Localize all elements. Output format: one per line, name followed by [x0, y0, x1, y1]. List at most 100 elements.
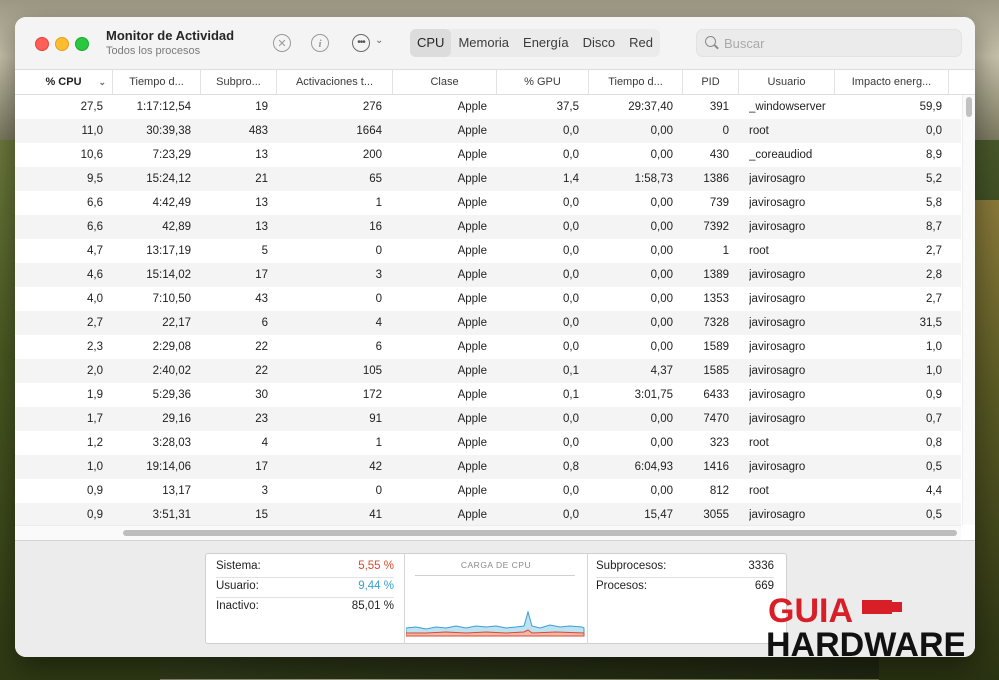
search-field[interactable]: Buscar: [696, 29, 962, 57]
table-row[interactable]: 10,6 7:23,29 13 200 Apple 0,0 0,00 430 _coreaudi…: [15, 143, 961, 167]
table-row[interactable]: 2,3 2:29,08 22 6 Apple 0,0 0,00 1589 javirosagro…: [15, 335, 961, 359]
vertical-scrollbar[interactable]: [962, 95, 975, 525]
table-row[interactable]: 2,7 22,17 6 4 Apple 0,0 0,00 7328 javirosagro 31,…: [15, 311, 961, 335]
stat-row-user: Usuario: 9,44 %: [216, 577, 394, 598]
cell-cpu: 2,7: [87, 317, 103, 329]
cell-threads: 483: [248, 125, 268, 137]
table-row[interactable]: 2,0 2:40,02 22 105 Apple 0,1 4,37 1585 javirosag…: [15, 359, 961, 383]
cell-gpu-time: 4,37: [650, 365, 673, 377]
table-row[interactable]: 11,0 30:39,38 483 1664 Apple 0,0 0,00 0 root 0,0: [15, 119, 961, 143]
cell-threads: 13: [255, 149, 268, 161]
table-row[interactable]: 1,2 3:28,03 4 1 Apple 0,0 0,00 323 root 0,8: [15, 431, 961, 455]
column-header-cpu-time[interactable]: Tiempo d...: [113, 70, 201, 94]
cell-cpu: 11,0: [81, 125, 103, 137]
table-row[interactable]: 1,9 5:29,36 30 172 Apple 0,1 3:01,75 6433 javiro…: [15, 383, 961, 407]
column-header-gpu[interactable]: % GPU: [497, 70, 589, 94]
tab-cpu[interactable]: CPU: [410, 29, 452, 57]
cell-threads: 43: [255, 293, 268, 305]
cell-gpu: 0,1: [563, 389, 579, 401]
column-header-idle-wakeups[interactable]: Activaciones t...: [277, 70, 393, 94]
cell-gpu-time: 0,00: [650, 293, 673, 305]
cell-threads: 23: [255, 413, 268, 425]
stat-value-user: 9,44 %: [358, 580, 394, 592]
cell-idle-wakeups: 1664: [356, 125, 382, 137]
window-subtitle[interactable]: Todos los procesos: [106, 45, 200, 57]
cell-energy-impact: 1,0: [926, 365, 942, 377]
stat-row-idle: Inactivo: 85,01 %: [216, 597, 394, 617]
cell-kind: Apple: [457, 173, 487, 185]
window-title: Monitor de Actividad: [106, 28, 235, 43]
cell-gpu: 1,4: [563, 173, 579, 185]
cell-pid: 6433: [703, 389, 729, 401]
search-placeholder: Buscar: [724, 36, 765, 51]
cell-cpu-time: 30:39,38: [146, 125, 191, 137]
zoom-window-button[interactable]: [75, 37, 89, 51]
tab-memoria[interactable]: Memoria: [451, 29, 516, 57]
table-row[interactable]: 1,0 19:14,06 17 42 Apple 0,8 6:04,93 1416 javiro…: [15, 455, 961, 479]
tab-energia[interactable]: Energía: [516, 29, 576, 57]
table-row[interactable]: 0,9 3:51,31 15 41 Apple 0,0 15,47 3055 javirosag…: [15, 503, 961, 525]
table-header: % CPU ⌄ Tiempo d... Subpro... Activacion…: [15, 70, 975, 95]
table-row[interactable]: 4,6 15:14,02 17 3 Apple 0,0 0,00 1389 javirosagr…: [15, 263, 961, 287]
column-header-pid[interactable]: PID: [683, 70, 739, 94]
stop-process-icon[interactable]: ✕: [273, 34, 291, 52]
tab-red[interactable]: Red: [622, 29, 660, 57]
horizontal-scrollbar[interactable]: [15, 525, 961, 540]
cell-cpu: 6,6: [87, 221, 103, 233]
cell-energy-impact: 4,4: [926, 485, 942, 497]
cell-cpu: 4,6: [87, 269, 103, 281]
close-window-button[interactable]: [35, 37, 49, 51]
cell-gpu-time: 3:01,75: [634, 389, 673, 401]
cell-energy-impact: 8,7: [926, 221, 942, 233]
cell-gpu: 0,0: [563, 269, 579, 281]
table-row[interactable]: 9,5 15:24,12 21 65 Apple 1,4 1:58,73 1386 javiro…: [15, 167, 961, 191]
horizontal-scroll-thumb[interactable]: [123, 530, 957, 536]
cell-cpu-time: 3:28,03: [152, 437, 191, 449]
more-options-icon[interactable]: •••: [352, 34, 370, 52]
cell-threads: 17: [255, 269, 268, 281]
cpu-summary-panel: Sistema: 5,55 % Usuario: 9,44 % Inactivo…: [205, 553, 787, 644]
cell-threads: 15: [255, 509, 268, 521]
cell-gpu: 0,0: [563, 509, 579, 521]
table-row[interactable]: 0,9 13,17 3 0 Apple 0,0 0,00 812 root 4,4: [15, 479, 961, 503]
info-icon[interactable]: i: [311, 34, 329, 52]
tab-disco[interactable]: Disco: [576, 29, 623, 57]
cell-cpu: 2,3: [87, 341, 103, 353]
stat-label: Procesos:: [596, 580, 648, 592]
cell-kind: Apple: [457, 437, 487, 449]
cell-energy-impact: 0,5: [926, 509, 942, 521]
vertical-scroll-thumb[interactable]: [966, 97, 972, 117]
table-row[interactable]: 4,0 7:10,50 43 0 Apple 0,0 0,00 1353 javirosagro…: [15, 287, 961, 311]
column-header-user[interactable]: Usuario: [739, 70, 835, 94]
table-row[interactable]: 1,7 29,16 23 91 Apple 0,0 0,00 7470 javirosagro 0…: [15, 407, 961, 431]
cell-threads: 22: [255, 341, 268, 353]
logo-line2: HARDWARE: [766, 626, 964, 662]
cell-pid: 1386: [703, 173, 729, 185]
cell-cpu: 4,0: [87, 293, 103, 305]
table-row[interactable]: 4,7 13:17,19 5 0 Apple 0,0 0,00 1 root 2,7: [15, 239, 961, 263]
cell-gpu: 0,0: [563, 245, 579, 257]
cell-gpu: 0,0: [563, 293, 579, 305]
column-header-gpu-time[interactable]: Tiempo d...: [589, 70, 683, 94]
table-row[interactable]: 27,5 1:17:12,54 19 276 Apple 37,5 29:37,40 391 _…: [15, 95, 961, 119]
cell-idle-wakeups: 0: [375, 485, 382, 497]
cell-kind: Apple: [457, 485, 487, 497]
cell-gpu-time: 29:37,40: [628, 101, 673, 113]
chevron-down-icon[interactable]: ⌄: [375, 35, 383, 46]
cell-cpu: 0,9: [87, 485, 103, 497]
tab-bar: CPU Memoria Energía Disco Red: [410, 29, 660, 57]
toolbar: Monitor de Actividad Todos los procesos …: [15, 17, 975, 70]
cell-idle-wakeups: 91: [369, 413, 382, 425]
process-list: 27,5 1:17:12,54 19 276 Apple 37,5 29:37,40 391 _…: [15, 95, 961, 525]
table-row[interactable]: 6,6 4:42,49 13 1 Apple 0,0 0,00 739 javirosagro 5…: [15, 191, 961, 215]
column-header-kind[interactable]: Clase: [393, 70, 497, 94]
minimize-window-button[interactable]: [55, 37, 69, 51]
cell-pid: 1416: [703, 461, 729, 473]
cell-cpu: 1,7: [87, 413, 103, 425]
table-row[interactable]: 6,6 42,89 13 16 Apple 0,0 0,00 7392 javirosagro 8…: [15, 215, 961, 239]
column-header-threads[interactable]: Subpro...: [201, 70, 277, 94]
cell-gpu-time: 0,00: [650, 437, 673, 449]
cell-user: javirosagro: [749, 197, 806, 209]
column-header-energy-impact[interactable]: Impacto energ...: [835, 70, 949, 94]
column-header-cpu[interactable]: % CPU ⌄: [15, 70, 113, 94]
